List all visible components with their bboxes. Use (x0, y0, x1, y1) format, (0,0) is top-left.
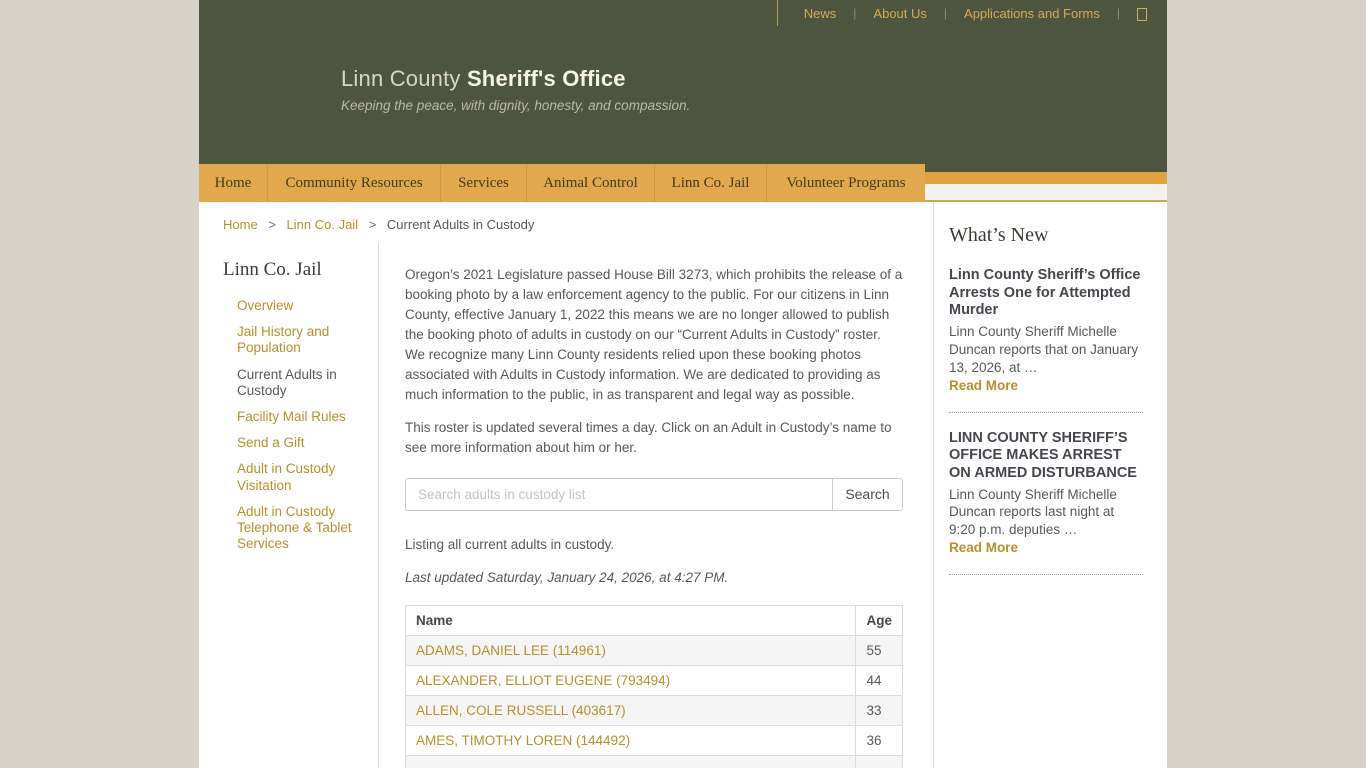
jail-section-menu: Linn Co. Jail Overview Jail History and … (199, 243, 379, 768)
whats-new-sidebar: What’s New Linn County Sheriff’s Office … (933, 202, 1167, 768)
nav-item-volunteer-programs[interactable]: Volunteer Programs (767, 164, 925, 202)
news-item-excerpt: Linn County Sheriff Michelle Duncan repo… (949, 323, 1143, 376)
custody-name-link[interactable]: ALLEN, COLE RUSSELL (403617) (416, 703, 626, 718)
breadcrumb: Home > Linn Co. Jail > Current Adults in… (199, 202, 933, 243)
breadcrumb-home[interactable]: Home (223, 217, 258, 232)
listing-text: Listing all current adults in custody. (405, 535, 903, 555)
jail-menu-item-overview[interactable]: Overview (223, 298, 378, 314)
custody-age: 36 (856, 725, 903, 755)
jail-menu-item-facility-mail-rules[interactable]: Facility Mail Rules (223, 409, 378, 425)
site-tagline: Keeping the peace, with dignity, honesty… (341, 98, 690, 113)
table-row: AMES, TIMOTHY LOREN (144492) 36 (406, 725, 903, 755)
last-updated-text: Last updated Saturday, January 24, 2026,… (405, 568, 903, 588)
whats-new-heading: What’s New (949, 224, 1143, 247)
jail-menu-list: Overview Jail History and Population Cur… (223, 298, 378, 552)
table-row-partial (406, 755, 903, 768)
page-container: News | About Us | Applications and Forms… (199, 0, 1167, 768)
site-title-bold: Sheriff's Office (467, 66, 626, 91)
nav-item-linn-co-jail[interactable]: Linn Co. Jail (655, 164, 767, 202)
topbar-separator: | (1117, 6, 1120, 20)
breadcrumb-current-page: Current Adults in Custody (387, 217, 534, 232)
custody-search: Search (405, 478, 903, 511)
custody-search-button[interactable]: Search (832, 478, 903, 511)
topbar-links: News | About Us | Applications and Forms… (777, 0, 1147, 26)
topbar-box-icon[interactable] (1137, 8, 1147, 21)
news-item: Linn County Sheriff’s Office Arrests One… (949, 267, 1143, 413)
main-content-area: Home > Linn Co. Jail > Current Adults in… (199, 202, 1167, 768)
jail-menu-item-current-adults: Current Adults in Custody (223, 367, 378, 399)
table-row: ALEXANDER, ELLIOT EUGENE (793494) 44 (406, 665, 903, 695)
breadcrumb-linn-co-jail[interactable]: Linn Co. Jail (287, 217, 359, 232)
nav-item-home[interactable]: Home (199, 164, 268, 202)
topbar-link-news[interactable]: News (804, 6, 837, 21)
custody-age: 44 (856, 665, 903, 695)
jail-menu-heading: Linn Co. Jail (223, 259, 378, 281)
main-navigation: Home Community Resources Services Animal… (199, 164, 1167, 202)
custody-age: 55 (856, 635, 903, 665)
jail-menu-item-telephone-tablet[interactable]: Adult in Custody Telephone & Tablet Serv… (223, 504, 378, 553)
news-item-title: Linn County Sheriff’s Office Arrests One… (949, 267, 1143, 320)
custody-search-input[interactable] (405, 478, 832, 511)
custody-name-link[interactable]: ADAMS, DANIEL LEE (114961) (416, 643, 606, 658)
left-region: Home > Linn Co. Jail > Current Adults in… (199, 202, 933, 768)
read-more-link[interactable]: Read More (949, 540, 1018, 555)
table-row: ALLEN, COLE RUSSELL (403617) 33 (406, 695, 903, 725)
nav-right-strip (925, 164, 1167, 202)
page-body: Oregon’s 2021 Legislature passed House B… (379, 243, 933, 768)
read-more-link[interactable]: Read More (949, 378, 1018, 393)
news-item-title: LINN COUNTY SHERIFF’S OFFICE MAKES ARRES… (949, 430, 1143, 483)
nav-item-services[interactable]: Services (441, 164, 527, 202)
custody-name-link[interactable]: AMES, TIMOTHY LOREN (144492) (416, 733, 630, 748)
site-title: Linn County Sheriff's Office (341, 66, 690, 92)
nav-right-light-strip (925, 184, 1167, 202)
topbar-separator: | (944, 6, 947, 20)
content-columns: Linn Co. Jail Overview Jail History and … (199, 243, 933, 768)
nav-right-gold-strip (925, 172, 1167, 184)
jail-menu-item-jail-history[interactable]: Jail History and Population (223, 324, 378, 356)
table-row: ADAMS, DANIEL LEE (114961) 55 (406, 635, 903, 665)
custody-name-link[interactable]: ALEXANDER, ELLIOT EUGENE (793494) (416, 673, 670, 688)
news-item-excerpt: Linn County Sheriff Michelle Duncan repo… (949, 486, 1143, 539)
custody-age: 33 (856, 695, 903, 725)
topbar-link-about-us[interactable]: About Us (873, 6, 926, 21)
table-header-row: Name Age (406, 605, 903, 635)
table-header-age: Age (856, 605, 903, 635)
nav-item-animal-control[interactable]: Animal Control (527, 164, 655, 202)
site-identity: Linn County Sheriff's Office Keeping the… (341, 66, 690, 113)
nav-item-community-resources[interactable]: Community Resources (268, 164, 441, 202)
site-header: News | About Us | Applications and Forms… (199, 0, 1167, 164)
news-item: LINN COUNTY SHERIFF’S OFFICE MAKES ARRES… (949, 430, 1143, 576)
jail-menu-item-visitation[interactable]: Adult in Custody Visitation (223, 461, 378, 493)
table-header-name: Name (406, 605, 856, 635)
nav-right-green-strip (925, 164, 1167, 172)
site-title-regular: Linn County (341, 66, 467, 91)
nav-menu: Home Community Resources Services Animal… (199, 164, 925, 202)
breadcrumb-separator: > (268, 217, 276, 232)
roster-paragraph: This roster is updated several times a d… (405, 418, 903, 458)
topbar-link-applications-forms[interactable]: Applications and Forms (964, 6, 1100, 21)
intro-paragraph: Oregon’s 2021 Legislature passed House B… (405, 265, 903, 405)
jail-menu-item-send-a-gift[interactable]: Send a Gift (223, 435, 378, 451)
breadcrumb-separator: > (369, 217, 377, 232)
custody-roster-table: Name Age ADAMS, DANIEL LEE (114961) 55 A… (405, 605, 903, 768)
topbar-separator: | (853, 6, 856, 20)
